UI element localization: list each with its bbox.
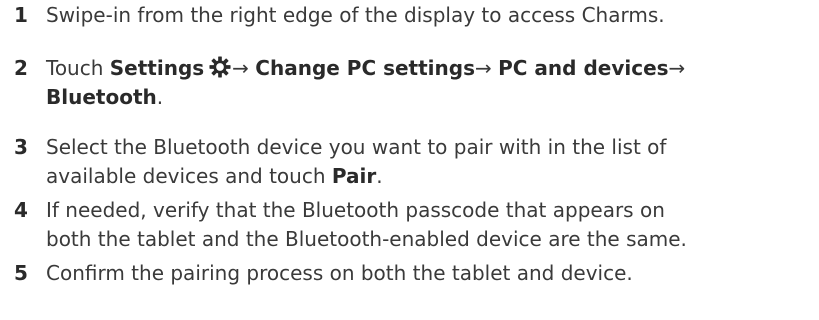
step-line: Confirm the pairing process on both the … [46,261,633,285]
instruction-steps: 1 Swipe-in from the right edge of the di… [0,0,819,320]
arrow-glyph: → [232,56,249,80]
gear-icon [209,56,231,78]
bluetooth-label: Bluetooth [46,85,157,109]
step-number: 4 [14,198,28,222]
period: . [376,164,383,188]
step-text: Select the Bluetooth device you want to … [46,133,666,191]
step-number: 2 [14,56,28,80]
pair-label: Pair [331,164,377,188]
step-line: If needed, verify that the Bluetooth pas… [46,198,665,222]
period: . [156,85,164,109]
step-line: Bluetooth. [46,83,685,112]
step-text: Swipe-in from the right edge of the disp… [46,1,665,30]
step-number: 1 [14,3,28,27]
step-text: Confirm the pairing process on both the … [46,259,633,288]
step-line: Touch Settings → Change PC settings→ PC … [46,54,685,83]
pc-and-devices-label: PC and devices [498,56,669,80]
arrow-glyph: → [668,56,686,80]
arrow-glyph: → [475,56,492,80]
settings-label: Settings [109,56,205,80]
step-line: Swipe-in from the right edge of the disp… [46,3,665,27]
step-line: available devices and touch Pair. [46,162,666,191]
change-pc-settings-label: Change PC settings [255,56,475,80]
step-number: 5 [14,261,28,285]
step-line: both the tablet and the Bluetooth-enable… [46,227,687,251]
step-line: Select the Bluetooth device you want to … [46,135,667,159]
step-line-prefix: available devices and touch [46,164,332,188]
step-text: Touch Settings → Change PC settings→ PC … [46,54,685,112]
step-text: If needed, verify that the Bluetooth pas… [46,196,687,254]
step-number: 3 [14,135,28,159]
touch-prefix: Touch [46,56,110,80]
